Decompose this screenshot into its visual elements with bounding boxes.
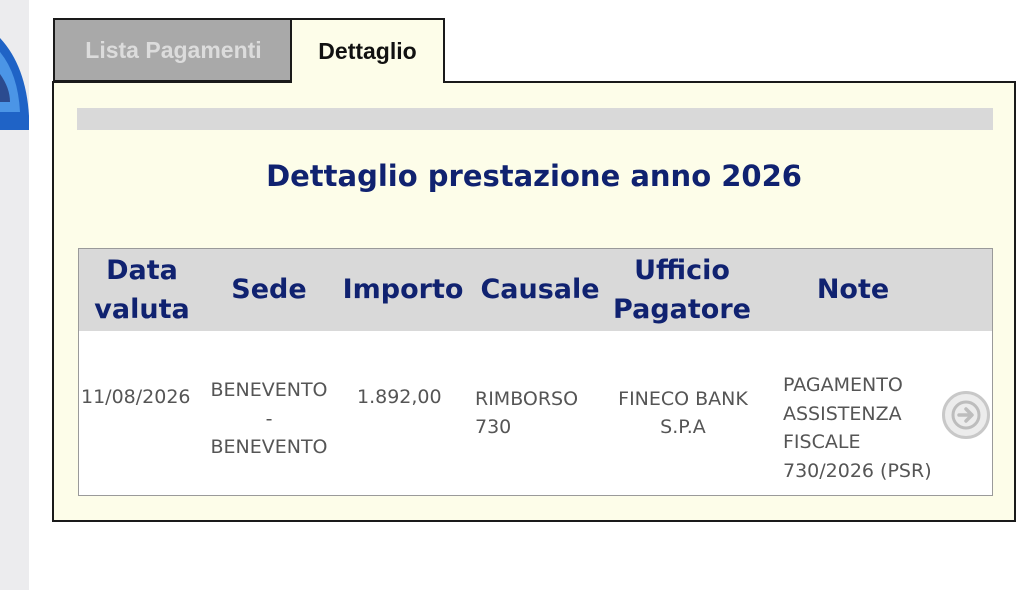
column-header-ufficio-pagatore: Ufficio Pagatore — [613, 254, 751, 325]
tab-lista-pagamenti[interactable]: Lista Pagamenti — [53, 18, 292, 82]
cell-ufficio-pagatore: FINECO BANK S.P.A — [618, 387, 748, 439]
tab-label: Dettaglio — [318, 38, 417, 64]
table-header: Data valuta Sede Importo Causale Ufficio… — [79, 249, 992, 331]
panel-header-bar — [77, 108, 993, 130]
cell-importo: 1.892,00 — [357, 385, 442, 408]
page-title: Dettaglio prestazione anno 2026 — [266, 159, 802, 193]
tab-label: Lista Pagamenti — [85, 36, 262, 63]
column-header-sede: Sede — [231, 274, 307, 306]
left-sidebar-strip — [0, 0, 29, 590]
column-header-importo: Importo — [342, 274, 464, 306]
payments-detail-table: Data valuta Sede Importo Causale Ufficio… — [78, 248, 993, 496]
column-header-data-valuta: Data valuta — [94, 254, 190, 325]
cell-data-valuta: 11/08/2026 — [81, 385, 191, 408]
tab-dettaglio[interactable]: Dettaglio — [290, 18, 445, 83]
cell-sede: BENEVENTO - BENEVENTO — [210, 379, 328, 459]
column-header-note: Note — [816, 274, 890, 306]
cell-causale: RIMBORSO 730 — [475, 387, 579, 439]
arrow-right-circle-icon — [951, 400, 981, 430]
cell-note: PAGAMENTO ASSISTENZA FISCALE 730/2026 (P… — [783, 374, 932, 482]
row-detail-button[interactable] — [942, 391, 990, 439]
detail-panel: Dettaglio prestazione anno 2026 Data val… — [52, 81, 1016, 522]
logo-fragment — [0, 38, 29, 130]
column-header-causale: Causale — [480, 274, 600, 306]
